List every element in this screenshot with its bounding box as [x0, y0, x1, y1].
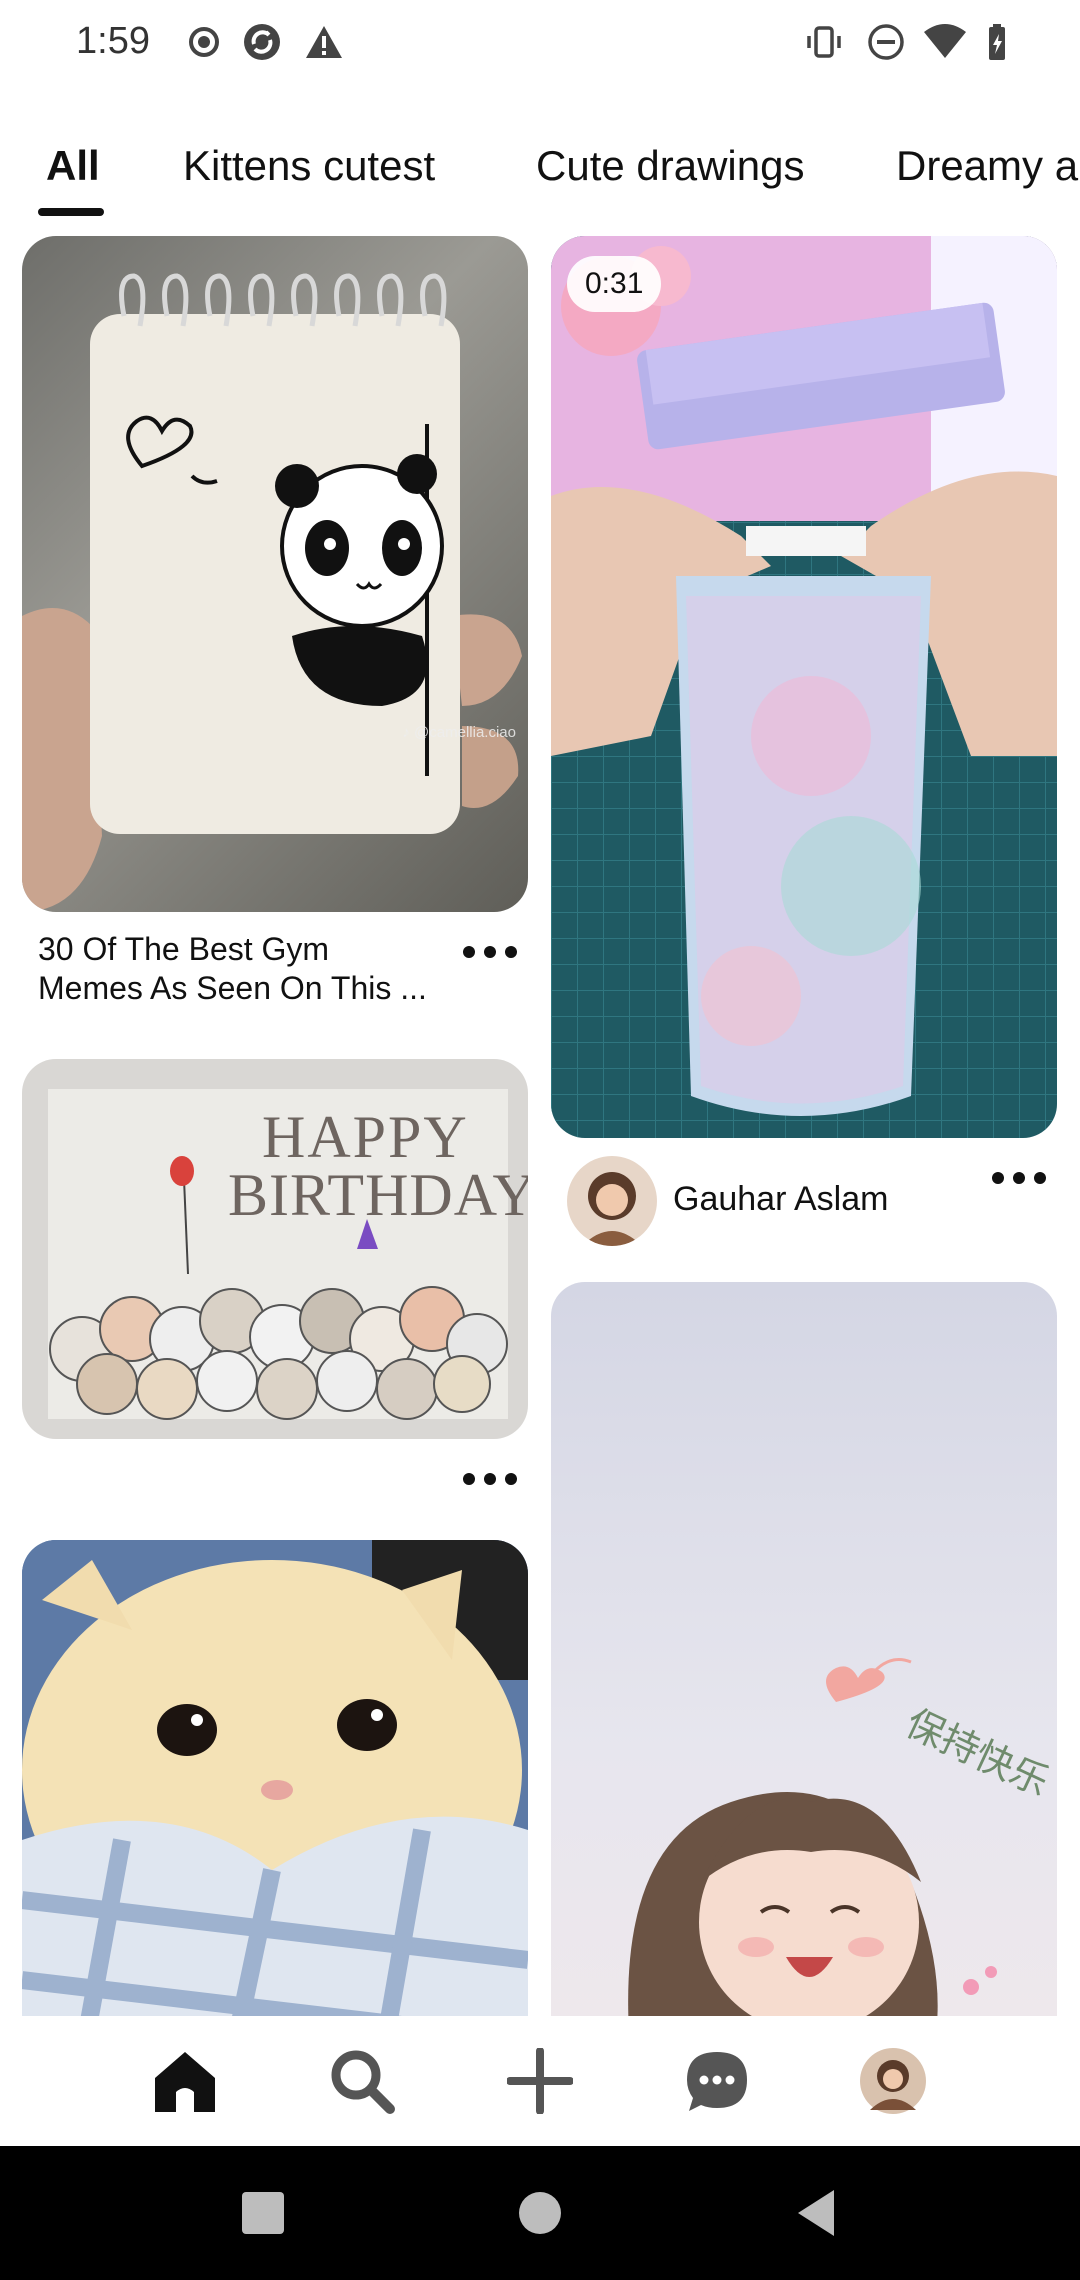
tab-all[interactable]: All — [46, 142, 100, 190]
profile-avatar[interactable] — [858, 2046, 928, 2116]
tab-dreamy[interactable]: Dreamy a — [896, 142, 1078, 190]
card-text-birthday: BIRTHDAY — [228, 1162, 528, 1228]
panda-drawing — [22, 273, 522, 912]
author-avatar[interactable] — [567, 1156, 657, 1246]
tab-cute-drawings[interactable]: Cute drawings — [536, 142, 804, 190]
home-icon[interactable] — [150, 2046, 220, 2116]
system-navigation-bar — [0, 2146, 1080, 2280]
recent-apps-icon[interactable] — [236, 2186, 290, 2240]
record-icon — [189, 27, 219, 57]
author-name[interactable]: Gauhar Aslam — [673, 1180, 888, 1219]
pin-watermark: ♪ @camellia.ciao — [402, 724, 516, 741]
home-system-icon[interactable] — [513, 2186, 567, 2240]
back-icon[interactable] — [790, 2186, 844, 2240]
author-avatar-image — [567, 1156, 657, 1246]
pin-feed: ♪ @camellia.ciao 30 Of The Best Gym Meme… — [0, 236, 1080, 2016]
anime-girl-illustration — [628, 1658, 997, 2016]
bottom-navigation — [0, 2016, 1080, 2146]
pin-more-button[interactable] — [463, 940, 517, 964]
battery-charging-icon — [989, 24, 1005, 60]
vibrate-icon — [807, 26, 841, 58]
sync-icon — [244, 24, 280, 60]
kitten-photo — [22, 1540, 528, 2016]
pin-title-line2[interactable]: Memes As Seen On This ... — [38, 969, 427, 1008]
pin-image-birthday-card[interactable]: HAPPY BIRTHDAY — [22, 1059, 528, 1439]
wifi-icon — [924, 24, 966, 58]
pin-more-button[interactable] — [992, 1166, 1046, 1190]
pin-video-origami[interactable]: 0:31 — [551, 236, 1057, 1138]
search-icon[interactable] — [327, 2046, 397, 2116]
origami-video-frame — [551, 236, 1057, 1138]
messages-icon[interactable] — [682, 2046, 752, 2116]
warning-icon — [306, 26, 342, 58]
active-tab-indicator — [38, 208, 104, 216]
do-not-disturb-icon — [868, 24, 904, 60]
create-icon[interactable] — [505, 2046, 575, 2116]
status-time: 1:59 — [76, 20, 150, 62]
pin-image-kitten[interactable] — [22, 1540, 528, 2016]
board-tabs: All Kittens cutest Cute drawings Dreamy … — [0, 130, 1080, 220]
status-bar: 1:59 — [0, 0, 1080, 88]
tab-kittens-cutest[interactable]: Kittens cutest — [183, 142, 435, 190]
pin-image-panda-notepad[interactable]: ♪ @camellia.ciao — [22, 236, 528, 912]
video-duration-badge: 0:31 — [567, 256, 662, 312]
pin-more-button[interactable] — [463, 1467, 517, 1491]
pin-image-anime-girl[interactable]: 保持快乐 — [551, 1282, 1057, 2016]
pin-title-line1[interactable]: 30 Of The Best Gym — [38, 930, 329, 969]
card-text-happy: HAPPY — [262, 1104, 469, 1170]
